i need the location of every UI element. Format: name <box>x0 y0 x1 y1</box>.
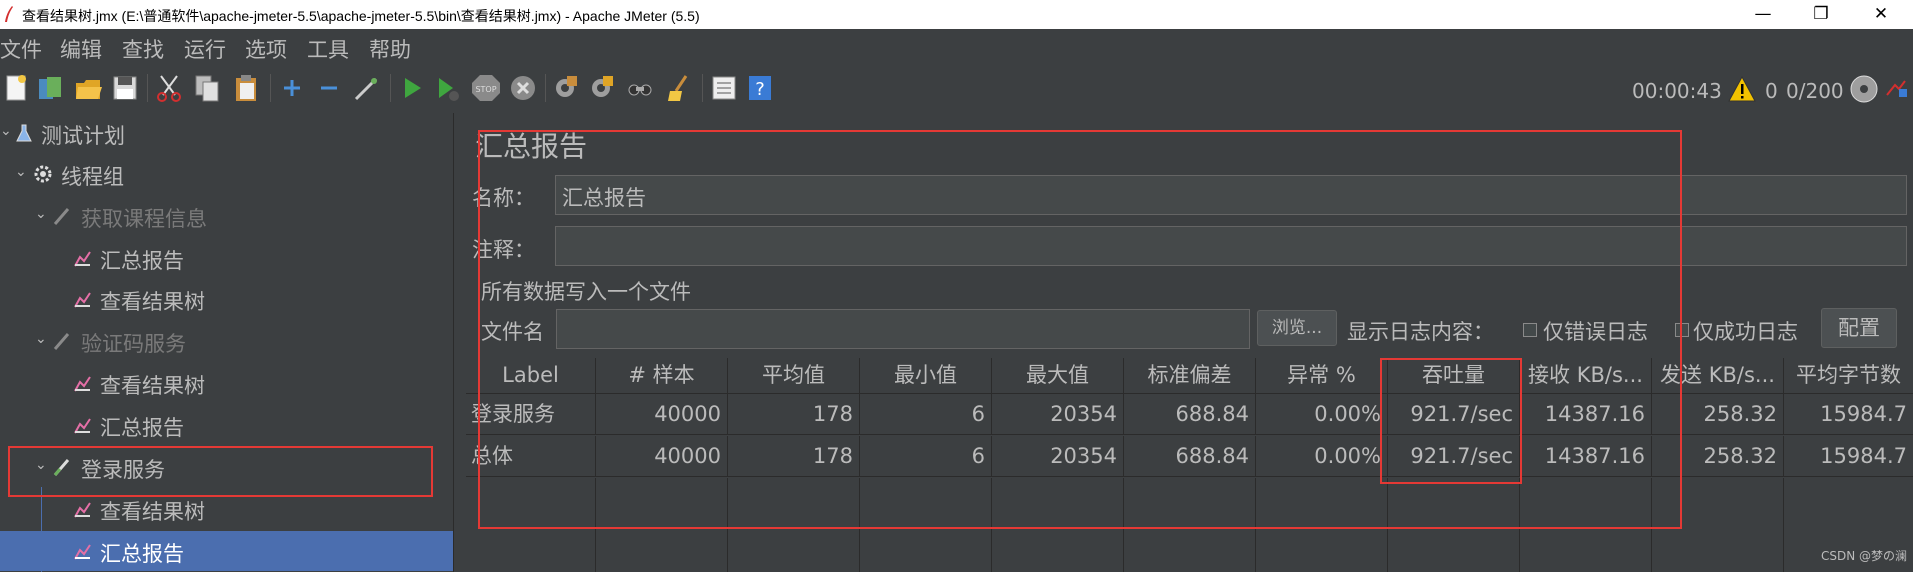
sampler-icon <box>53 333 70 350</box>
expand-icon[interactable] <box>278 73 306 103</box>
window-title: 查看结果树.jmx (E:\普通软件\apache-jmeter-5.5\apa… <box>22 8 700 24</box>
active-threads: 0/200 <box>1786 79 1844 103</box>
menu-tools[interactable]: 工具 <box>307 34 349 64</box>
tree-label: 汇总报告 <box>100 249 184 273</box>
chart-icon <box>74 544 91 560</box>
tree-label: 线程组 <box>61 165 124 189</box>
table-cell[interactable]: 15984.7 <box>1784 394 1913 435</box>
elapsed-timer: 00:00:43 <box>1632 79 1722 103</box>
collapse-icon[interactable] <box>315 73 343 103</box>
watermark: CSDN @梦の澜 <box>1820 549 1907 563</box>
table-cell[interactable]: 15984.7 <box>1784 436 1913 477</box>
clear-all-icon[interactable] <box>588 73 616 103</box>
gear-icon <box>34 165 52 183</box>
window-titlebar: 查看结果树.jmx (E:\普通软件\apache-jmeter-5.5\apa… <box>0 0 1913 29</box>
configure-button[interactable]: 配置 <box>1821 308 1897 348</box>
minimize-button[interactable]: — <box>1735 0 1791 29</box>
jmeter-feather-icon <box>5 6 13 22</box>
toggle-icon[interactable] <box>352 73 380 103</box>
tree-node-sampler[interactable]: ⌄ 获取课程信息 <box>0 196 453 236</box>
tree-guide-line <box>41 487 42 572</box>
remote-status-icon[interactable] <box>1849 74 1879 104</box>
flask-icon <box>16 124 32 142</box>
menu-bar: 文件 编辑 查找 运行 选项 工具 帮助 <box>0 29 1913 65</box>
menu-help[interactable]: 帮助 <box>369 34 411 64</box>
tree-label: 查看结果树 <box>100 374 205 398</box>
restore-button[interactable]: ❐ <box>1793 0 1849 29</box>
log-viewer-icon[interactable] <box>1885 77 1909 99</box>
chart-icon <box>74 418 91 434</box>
new-icon[interactable] <box>2 73 30 103</box>
tree-node-test-plan[interactable]: ⌄ 测试计划 <box>0 113 453 153</box>
chart-icon <box>74 251 91 267</box>
chart-icon <box>74 376 91 392</box>
annotation-login-node-box <box>8 446 433 497</box>
menu-file[interactable]: 文件 <box>0 34 42 64</box>
stop-icon[interactable]: STOP <box>470 73 502 103</box>
paste-icon[interactable] <box>232 73 260 103</box>
menu-options[interactable]: 选项 <box>245 34 287 64</box>
tree-label: 查看结果树 <box>100 290 205 314</box>
chevron-down-icon[interactable]: ⌄ <box>15 164 27 180</box>
clear-icon[interactable] <box>552 73 580 103</box>
function-helper-icon[interactable] <box>710 73 738 103</box>
menu-run[interactable]: 运行 <box>184 34 226 64</box>
templates-icon[interactable] <box>36 73 64 103</box>
tree-label: 验证码服务 <box>81 332 186 356</box>
chart-icon <box>74 292 91 308</box>
column-header-avg-bytes[interactable]: 平均字节数 <box>1784 358 1913 394</box>
start-no-pause-icon[interactable] <box>434 73 462 103</box>
sampler-icon <box>53 208 70 225</box>
start-icon[interactable] <box>398 73 426 103</box>
warning-count: 0 <box>1765 79 1778 103</box>
copy-icon[interactable] <box>193 73 221 103</box>
test-plan-tree: ⌄ 测试计划 ⌄ 线程组 ⌄ 获取课程信息 汇总报告 查看结果树 ⌄ 验证码服务… <box>0 113 453 572</box>
chevron-down-icon[interactable]: ⌄ <box>35 331 47 347</box>
chevron-down-icon[interactable]: ⌄ <box>35 206 47 222</box>
help-icon[interactable]: ? <box>746 73 774 103</box>
tree-node-thread-group[interactable]: ⌄ 线程组 <box>0 154 453 194</box>
close-button[interactable]: ✕ <box>1853 0 1909 29</box>
save-icon[interactable] <box>111 73 139 103</box>
tree-node-listener[interactable]: 查看结果树 <box>0 279 453 319</box>
tree-label: 获取课程信息 <box>81 207 207 231</box>
tree-node-listener[interactable]: 查看结果树 <box>0 363 453 403</box>
tree-label: 汇总报告 <box>100 416 184 440</box>
tree-label: 测试计划 <box>41 124 125 148</box>
open-icon[interactable] <box>74 73 102 103</box>
search-icon[interactable] <box>626 73 654 103</box>
tree-node-listener[interactable]: 汇总报告 <box>0 405 453 445</box>
tree-node-sampler[interactable]: ⌄ 验证码服务 <box>0 321 453 361</box>
reset-search-icon[interactable] <box>666 73 694 103</box>
chart-icon <box>74 502 91 518</box>
toolbar: STOP ? 00:00:43 0 0/200 <box>0 65 1913 113</box>
shutdown-icon[interactable] <box>509 73 537 103</box>
menu-edit[interactable]: 编辑 <box>60 34 102 64</box>
svg-text:STOP: STOP <box>475 85 496 94</box>
warning-icon[interactable] <box>1727 75 1757 103</box>
tree-node-selected[interactable]: 汇总报告 <box>0 531 453 571</box>
svg-text:?: ? <box>755 79 765 100</box>
chevron-down-icon[interactable]: ⌄ <box>0 123 12 139</box>
tree-label: 查看结果树 <box>100 500 205 524</box>
tree-node-listener[interactable]: 汇总报告 <box>0 238 453 278</box>
tree-label: 汇总报告 <box>100 542 184 566</box>
annotation-throughput-box <box>1380 358 1522 484</box>
menu-search[interactable]: 查找 <box>122 34 164 64</box>
cut-icon[interactable] <box>155 73 183 103</box>
success-only-label: 仅成功日志 <box>1693 320 1798 344</box>
